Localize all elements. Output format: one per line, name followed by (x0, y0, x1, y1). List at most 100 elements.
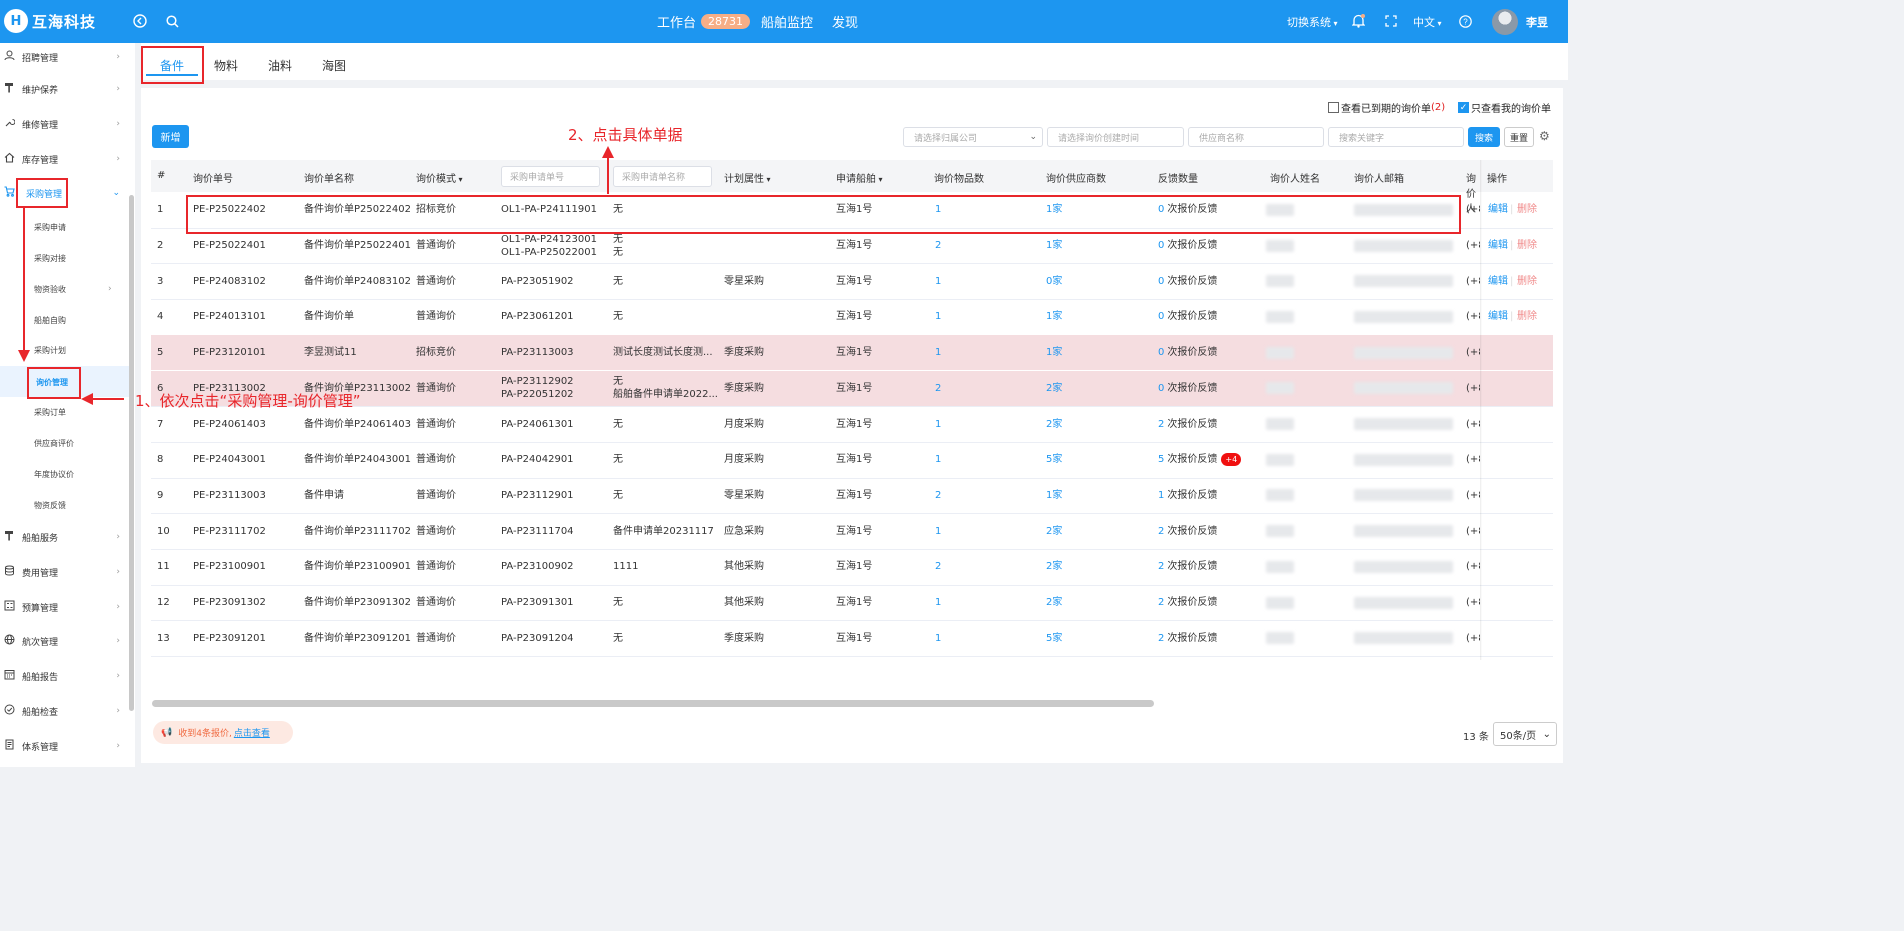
supplier-count[interactable]: 2家 (1046, 382, 1062, 395)
req-name-filter-input[interactable]: 采购申请单名称 (613, 166, 712, 187)
language-dropdown[interactable]: 中文 ▾ (1413, 14, 1442, 30)
page-size-select[interactable]: 50条/页 ⌄ (1493, 722, 1557, 746)
inquiry-no[interactable]: PE-P25022401 (193, 239, 266, 252)
gear-icon[interactable]: ⚙ (1539, 129, 1550, 143)
feedback-cell[interactable]: 2 次报价反馈 (1158, 560, 1217, 573)
sidebar-item-inventory[interactable]: 库存管理 › (0, 145, 130, 173)
nav-ship-monitor[interactable]: 船舶监控 (761, 12, 813, 31)
item-count[interactable]: 1 (935, 453, 941, 466)
delete-link[interactable]: 删除 (1517, 310, 1537, 323)
supplier-count[interactable]: 1家 (1046, 310, 1062, 323)
feedback-cell[interactable]: 2 次报价反馈 (1158, 596, 1217, 609)
new-inquiry-button[interactable]: 新增 (152, 125, 189, 148)
sidebar-item-ship-report[interactable]: 船舶报告 › (0, 662, 130, 690)
sidebar-sub-purchase-match[interactable]: 采购对接 (34, 248, 66, 268)
inquiry-no[interactable]: PE-P24013101 (193, 310, 266, 323)
feedback-cell[interactable]: 2 次报价反馈 (1158, 632, 1217, 645)
user-avatar[interactable] (1492, 9, 1518, 35)
view-quotes-link[interactable]: 点击查看 (234, 726, 270, 739)
search-icon[interactable] (163, 12, 181, 30)
feedback-cell[interactable]: 0 次报价反馈 (1158, 275, 1217, 288)
horizontal-scrollbar[interactable] (152, 700, 1154, 707)
tab-oil[interactable]: 油料 (268, 57, 292, 74)
col-inquiry-mode[interactable]: 询价模式 ▾ (416, 170, 463, 185)
feedback-cell[interactable]: 5 次报价反馈 +4 (1158, 453, 1242, 467)
check-only-mine[interactable]: ✓ 只查看我的询价单 (1458, 100, 1551, 115)
item-count[interactable]: 1 (935, 525, 941, 538)
delete-link[interactable]: 删除 (1517, 275, 1537, 288)
supplier-count[interactable]: 1家 (1046, 346, 1062, 359)
sidebar-item-cost[interactable]: 费用管理 › (0, 558, 130, 586)
supplier-count[interactable]: 2家 (1046, 418, 1062, 431)
sidebar-item-voyage[interactable]: 航次管理 › (0, 627, 130, 655)
item-count[interactable]: 1 (935, 596, 941, 609)
bell-icon[interactable] (1349, 12, 1367, 30)
sidebar-item-system[interactable]: 体系管理 › (0, 732, 130, 760)
inquiry-no[interactable]: PE-P23091201 (193, 632, 266, 645)
sidebar-item-budget[interactable]: 预算管理 › (0, 593, 130, 621)
search-button[interactable]: 搜索 (1468, 127, 1500, 147)
item-count[interactable]: 2 (935, 239, 941, 252)
fullscreen-icon[interactable] (1382, 12, 1400, 30)
item-count[interactable]: 2 (935, 382, 941, 395)
inquiry-no[interactable]: PE-P23111702 (193, 525, 266, 538)
sidebar-sub-goods-feedback[interactable]: 物资反馈 (34, 495, 66, 515)
supplier-count[interactable]: 5家 (1046, 632, 1062, 645)
supplier-count[interactable]: 0家 (1046, 275, 1062, 288)
tab-materials[interactable]: 物料 (214, 57, 238, 74)
feedback-cell[interactable]: 0 次报价反馈 (1158, 310, 1217, 323)
sidebar-sub-purchase-order[interactable]: 采购订单 (34, 402, 66, 422)
item-count[interactable]: 1 (935, 310, 941, 323)
req-no-filter-input[interactable]: 采购申请单号 (501, 166, 600, 187)
sidebar-sub-purchase-plan[interactable]: 采购计划 (34, 340, 66, 360)
sidebar-item-maintenance[interactable]: 维护保养 › (0, 75, 130, 103)
sidebar-sub-purchase-request[interactable]: 采购申请 (34, 217, 66, 237)
nav-workbench[interactable]: 工作台 28731 (657, 12, 751, 31)
sidebar-sub-self-purchase[interactable]: 船舶自购 (34, 310, 66, 330)
inquiry-no[interactable]: PE-P23100901 (193, 560, 266, 573)
feedback-cell[interactable]: 1 次报价反馈 (1158, 489, 1217, 502)
edit-link[interactable]: 编辑 (1488, 275, 1508, 288)
inquiry-no[interactable]: PE-P23120101 (193, 346, 266, 359)
feedback-cell[interactable]: 2 次报价反馈 (1158, 525, 1217, 538)
item-count[interactable]: 1 (935, 275, 941, 288)
create-time-picker[interactable]: 请选择询价创建时间 (1047, 127, 1184, 147)
feedback-cell[interactable]: 2 次报价反馈 (1158, 418, 1217, 431)
keyword-input[interactable]: 搜索关键字 (1328, 127, 1464, 147)
feedback-cell[interactable]: 0 次报价反馈 (1158, 239, 1217, 252)
inquiry-no[interactable]: PE-P23113003 (193, 489, 266, 502)
sidebar-sub-annual-price[interactable]: 年度协议价 (34, 464, 74, 484)
app-logo[interactable]: H 互海科技 (4, 9, 96, 33)
sidebar-item-ship-inspection[interactable]: 船舶检查 › (0, 697, 130, 725)
inquiry-no[interactable]: PE-P24043001 (193, 453, 266, 466)
delete-link[interactable]: 删除 (1517, 203, 1537, 216)
tab-charts[interactable]: 海图 (322, 57, 346, 74)
item-count[interactable]: 2 (935, 560, 941, 573)
sidebar-item-ship-service[interactable]: 船舶服务 › (0, 523, 130, 551)
edit-link[interactable]: 编辑 (1488, 239, 1508, 252)
edit-link[interactable]: 编辑 (1488, 310, 1508, 323)
item-count[interactable]: 2 (935, 489, 941, 502)
col-plan-attr[interactable]: 计划属性 ▾ (724, 170, 771, 185)
feedback-cell[interactable]: 0 次报价反馈 (1158, 382, 1217, 395)
supplier-count[interactable]: 1家 (1046, 489, 1062, 502)
item-count[interactable]: 1 (935, 632, 941, 645)
delete-link[interactable]: 删除 (1517, 239, 1537, 252)
item-count[interactable]: 1 (935, 346, 941, 359)
supplier-count[interactable]: 5家 (1046, 453, 1062, 466)
check-expired-inquiries[interactable]: 查看已到期的询价单 (2) (1328, 100, 1445, 115)
switch-system-dropdown[interactable]: 切换系统 ▾ (1287, 14, 1338, 30)
supplier-count[interactable]: 2家 (1046, 560, 1062, 573)
edit-link[interactable]: 编辑 (1488, 203, 1508, 216)
nav-discover[interactable]: 发现 (832, 12, 858, 31)
help-icon[interactable]: ? (1456, 12, 1474, 30)
supplier-count[interactable]: 2家 (1046, 596, 1062, 609)
company-select[interactable]: 请选择归属公司 ⌄ (903, 127, 1043, 147)
sidebar-scrollbar[interactable] (129, 195, 134, 711)
sidebar-item-recruit[interactable]: 招聘管理 › (0, 43, 130, 71)
reset-button[interactable]: 重置 (1504, 127, 1534, 147)
sidebar-sub-goods-acceptance[interactable]: 物资验收 › (34, 279, 112, 299)
col-ship[interactable]: 申请船舶 ▾ (836, 170, 883, 185)
sidebar-item-repair[interactable]: 维修管理 › (0, 110, 130, 138)
inquiry-no[interactable]: PE-P24061403 (193, 418, 266, 431)
